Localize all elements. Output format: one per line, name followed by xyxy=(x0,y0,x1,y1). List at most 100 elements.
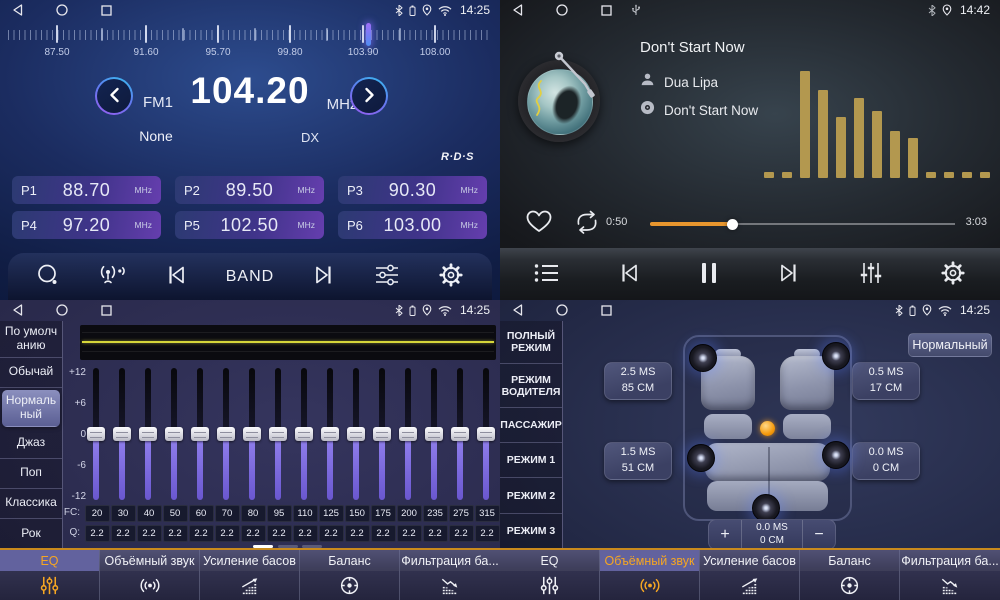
recents-icon[interactable] xyxy=(101,305,112,316)
recents-icon[interactable] xyxy=(601,305,612,316)
slider-knob[interactable] xyxy=(295,427,313,441)
tune-down-button[interactable] xyxy=(95,77,133,115)
playlist-button[interactable] xyxy=(532,260,562,289)
preset-button[interactable]: P497.20MHz xyxy=(12,211,161,239)
slider-knob[interactable] xyxy=(139,427,157,441)
home-icon[interactable] xyxy=(556,4,568,16)
eq-preset-item[interactable]: Рок xyxy=(0,519,62,548)
eq-band-slider[interactable] xyxy=(242,368,262,500)
eq-band-slider[interactable] xyxy=(398,368,418,500)
tune-up-button[interactable] xyxy=(350,77,388,115)
eq-preset-item[interactable]: Обычай xyxy=(0,358,62,388)
equalizer-button[interactable] xyxy=(856,259,886,290)
eq-band-slider[interactable] xyxy=(450,368,470,500)
previous-track-button[interactable] xyxy=(614,259,644,290)
rear-right-delay-button[interactable]: 0.0 MS 0 CM xyxy=(852,442,920,480)
tab-bass-boost[interactable]: Усиление басов xyxy=(700,550,800,600)
tab-eq[interactable]: EQ xyxy=(0,550,100,600)
rear-left-delay-button[interactable]: 1.5 MS 51 CM xyxy=(604,442,672,480)
recents-icon[interactable] xyxy=(101,5,112,16)
eq-band-slider[interactable] xyxy=(424,368,444,500)
surround-mode-item[interactable]: ПОЛНЫЙ РЕЖИМ xyxy=(500,321,562,364)
tab-balance[interactable]: Баланс xyxy=(800,550,900,600)
home-icon[interactable] xyxy=(556,304,568,316)
eq-band-slider[interactable] xyxy=(216,368,236,500)
scan-button[interactable] xyxy=(34,261,62,292)
preset-button[interactable]: P188.70MHz xyxy=(12,176,161,204)
eq-band-slider[interactable] xyxy=(476,368,496,500)
back-icon[interactable] xyxy=(12,304,23,316)
slider-knob[interactable] xyxy=(87,427,105,441)
tab-surround-sound[interactable]: Объёмный звук xyxy=(100,550,200,600)
listening-position-marker[interactable] xyxy=(760,421,775,436)
eq-band-slider[interactable] xyxy=(268,368,288,500)
seek-bar[interactable] xyxy=(650,220,955,228)
surround-mode-item[interactable]: ПАССАЖИР xyxy=(500,408,562,443)
settings-button[interactable] xyxy=(436,260,466,293)
tab-balance[interactable]: Баланс xyxy=(300,550,400,600)
recents-icon[interactable] xyxy=(601,5,612,16)
slider-knob[interactable] xyxy=(191,427,209,441)
eq-band-slider[interactable] xyxy=(294,368,314,500)
slider-knob[interactable] xyxy=(373,427,391,441)
surround-mode-item[interactable]: РЕЖИМ 2 xyxy=(500,478,562,513)
surround-mode-item[interactable]: РЕЖИМ 3 xyxy=(500,514,562,548)
eq-band-slider[interactable] xyxy=(112,368,132,500)
favorite-button[interactable] xyxy=(522,206,556,240)
slider-knob[interactable] xyxy=(477,427,495,441)
delay-decrease-button[interactable]: − xyxy=(802,520,835,549)
repeat-button[interactable] xyxy=(570,208,604,240)
eq-preset-item[interactable]: Джаз xyxy=(0,429,62,459)
slider-knob[interactable] xyxy=(165,427,183,441)
front-right-delay-button[interactable]: 0.5 MS 17 CM xyxy=(852,362,920,400)
eq-band-slider[interactable] xyxy=(164,368,184,500)
surround-mode-item[interactable]: РЕЖИМ 1 xyxy=(500,443,562,478)
slider-knob[interactable] xyxy=(243,427,261,441)
eq-band-slider[interactable] xyxy=(138,368,158,500)
tab-eq[interactable]: EQ xyxy=(500,550,600,600)
preset-button[interactable]: P5102.50MHz xyxy=(175,211,324,239)
back-icon[interactable] xyxy=(512,304,523,316)
broadcast-button[interactable] xyxy=(95,260,129,293)
preset-button[interactable]: P289.50MHz xyxy=(175,176,324,204)
slider-knob[interactable] xyxy=(217,427,235,441)
back-icon[interactable] xyxy=(512,4,523,16)
slider-knob[interactable] xyxy=(347,427,365,441)
tab-bass-boost[interactable]: Усиление басов xyxy=(200,550,300,600)
eq-preset-item[interactable]: По умолчанию xyxy=(0,321,62,358)
slider-knob[interactable] xyxy=(113,427,131,441)
slider-knob[interactable] xyxy=(451,427,469,441)
slider-knob[interactable] xyxy=(425,427,443,441)
tab-bass-filter[interactable]: Фильтрация ба... xyxy=(900,550,1000,600)
previous-station-button[interactable] xyxy=(161,261,191,292)
eq-band-slider[interactable] xyxy=(86,368,106,500)
pause-button[interactable] xyxy=(696,258,722,291)
eq-preset-item[interactable]: Нормальный xyxy=(2,390,60,427)
front-left-delay-button[interactable]: 2.5 MS 85 CM xyxy=(604,362,672,400)
next-track-button[interactable] xyxy=(774,259,804,290)
eq-band-slider[interactable] xyxy=(346,368,366,500)
surround-mode-item[interactable]: РЕЖИМ ВОДИТЕЛЯ xyxy=(500,364,562,407)
settings-button[interactable] xyxy=(938,258,968,291)
home-icon[interactable] xyxy=(56,304,68,316)
preset-button[interactable]: P390.30MHz xyxy=(338,176,487,204)
home-icon[interactable] xyxy=(56,4,68,16)
slider-knob[interactable] xyxy=(399,427,417,441)
slider-knob[interactable] xyxy=(269,427,287,441)
back-icon[interactable] xyxy=(12,4,23,16)
delay-increase-button[interactable]: + xyxy=(709,520,742,549)
preset-button[interactable]: P6103.00MHz xyxy=(338,211,487,239)
audio-settings-button[interactable] xyxy=(371,261,403,292)
eq-band-slider[interactable] xyxy=(320,368,340,500)
slider-knob[interactable] xyxy=(321,427,339,441)
tab-bass-filter[interactable]: Фильтрация ба... xyxy=(400,550,500,600)
tuning-scale[interactable]: 87.5091.6095.7099.80103.90108.00 xyxy=(0,21,500,59)
next-station-button[interactable] xyxy=(309,261,339,292)
eq-preset-item[interactable]: Поп xyxy=(0,459,62,489)
seek-knob[interactable] xyxy=(727,219,738,230)
eq-band-slider[interactable] xyxy=(372,368,392,500)
eq-band-slider[interactable] xyxy=(190,368,210,500)
eq-preset-item[interactable]: Классика xyxy=(0,489,62,519)
sound-profile-button[interactable]: Нормальный xyxy=(908,333,992,357)
band-button[interactable]: BAND xyxy=(224,266,276,288)
